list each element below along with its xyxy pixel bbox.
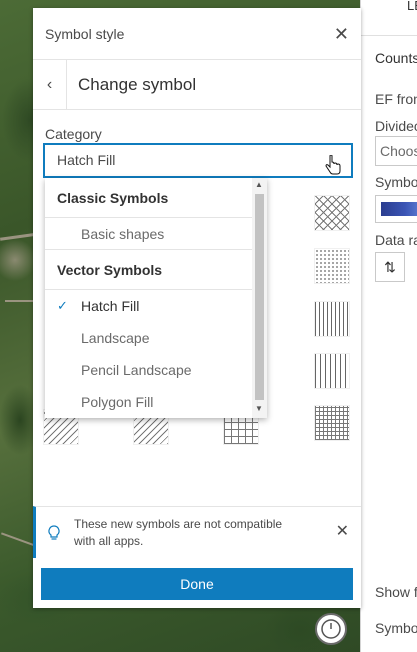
change-symbol-title: Change symbol xyxy=(78,74,197,94)
scroll-down-icon[interactable]: ▼ xyxy=(255,404,263,413)
option-label: Hatch Fill xyxy=(81,298,140,314)
color-ramp-swatch xyxy=(381,202,417,216)
scroll-up-icon[interactable]: ▲ xyxy=(255,180,263,189)
symbol-ramp-label: Symbo xyxy=(375,174,417,190)
option-label: Landscape xyxy=(81,330,150,346)
dropdown-option[interactable]: Polygon Fill xyxy=(45,386,252,418)
data-range-label: Data ra xyxy=(375,232,417,248)
dropdown-scrollbar[interactable]: ▲ ▼ xyxy=(252,178,267,418)
symbol-tile[interactable] xyxy=(314,405,350,441)
right-config-panel: LE Counts EF fron Dividec Choos Symbo Da… xyxy=(360,0,417,652)
option-label: Basic shapes xyxy=(81,225,165,242)
dropdown-list: Classic Symbols Basic shapes Vector Symb… xyxy=(45,178,252,418)
panel-title: Symbol style xyxy=(45,25,125,42)
category-dropdown: Classic Symbols Basic shapes Vector Symb… xyxy=(45,178,267,418)
lightbulb-icon xyxy=(48,524,60,540)
panel-header: Symbol style ✕ xyxy=(33,8,361,60)
symbol-label-bottom: Symbo xyxy=(375,620,417,636)
category-label: Category xyxy=(45,126,102,142)
category-select[interactable]: Hatch Fill xyxy=(43,143,353,178)
scrollbar-thumb[interactable] xyxy=(255,194,264,400)
dropdown-option[interactable]: Pencil Landscape xyxy=(45,354,252,386)
swap-icon: ⇅ xyxy=(384,258,396,275)
symbol-tile[interactable] xyxy=(314,248,350,284)
compatibility-notice: These new symbols are not compatible wit… xyxy=(33,506,361,558)
notice-text: These new symbols are not compatible wit… xyxy=(74,516,283,548)
done-button[interactable]: Done xyxy=(41,568,353,600)
clock-icon xyxy=(321,619,341,639)
color-ramp-select[interactable] xyxy=(375,195,417,223)
symbol-tile[interactable] xyxy=(314,301,350,337)
clock-button[interactable] xyxy=(315,613,347,645)
right-panel-tabbar: LE xyxy=(361,0,417,36)
cursor-icon xyxy=(325,155,341,175)
dropdown-option[interactable]: Basic shapes xyxy=(45,218,252,250)
show-label: Show f xyxy=(375,584,417,600)
close-icon[interactable]: ✕ xyxy=(334,25,349,43)
back-button[interactable]: ‹ xyxy=(33,59,67,110)
tab-fragment[interactable]: LE xyxy=(407,0,417,13)
dropdown-option-selected[interactable]: ✓ Hatch Fill xyxy=(45,290,252,322)
back-chevron-icon: ‹ xyxy=(46,75,53,93)
dropdown-group-header: Classic Symbols xyxy=(45,178,252,218)
option-label: Pencil Landscape xyxy=(81,362,192,378)
dropdown-option[interactable]: Landscape xyxy=(45,322,252,354)
check-icon: ✓ xyxy=(57,298,68,313)
close-icon[interactable]: ✕ xyxy=(336,524,349,540)
swap-button[interactable]: ⇅ xyxy=(375,252,405,282)
divided-by-select[interactable]: Choos xyxy=(375,136,417,166)
symbol-tile[interactable] xyxy=(314,353,350,389)
symbol-tile[interactable] xyxy=(314,195,350,231)
option-label: Polygon Fill xyxy=(81,394,154,410)
divided-label: Dividec xyxy=(375,118,417,134)
counts-heading: Counts xyxy=(375,50,417,66)
subheader: ‹ Change symbol xyxy=(33,59,361,110)
ef-label: EF fron xyxy=(375,91,417,107)
dropdown-group-header: Vector Symbols xyxy=(45,250,252,290)
